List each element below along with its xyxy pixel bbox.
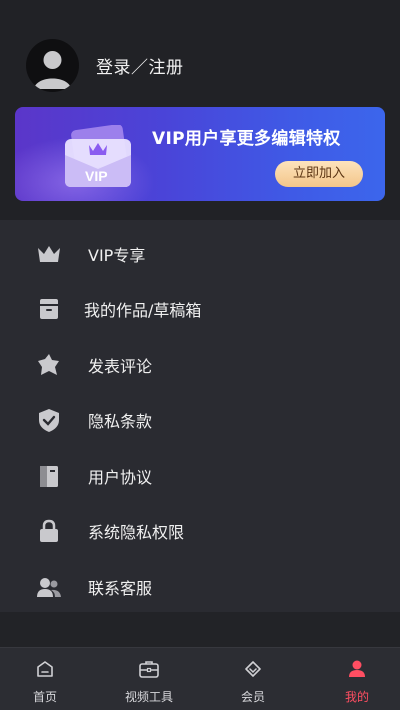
menu-item-user-agreement[interactable]: 用户协议 — [0, 448, 400, 504]
users-icon — [37, 577, 61, 597]
menu-item-label: 发表评论 — [88, 356, 153, 376]
tab-label: 首页 — [32, 690, 58, 704]
archive-box-icon — [40, 299, 58, 320]
crown-icon — [38, 245, 60, 262]
menu-item-privacy-terms[interactable]: 隐私条款 — [0, 393, 400, 449]
profile-header: 登录／注册 VIP VIP用户享更多编辑特权 立即加入 — [0, 0, 400, 220]
document-icon — [40, 465, 58, 487]
menu-item-vip[interactable]: VIP专享 — [0, 226, 400, 282]
join-now-button[interactable]: 立即加入 — [275, 161, 363, 187]
tab-label: 会员 — [240, 690, 266, 704]
menu-item-system-privacy[interactable]: 系统隐私权限 — [0, 504, 400, 560]
user-silhouette-icon — [34, 50, 71, 89]
menu-footer-spacer — [0, 612, 400, 647]
tab-mine[interactable]: 我的 — [300, 648, 400, 710]
settings-menu: VIP专享 我的作品/草稿箱 发表评论 隐私条款 用户协议 系统隐私权限 联系客… — [0, 226, 400, 615]
vip-card-icon: VIP — [65, 125, 131, 187]
menu-item-label: 联系客服 — [88, 578, 153, 598]
menu-item-label: 我的作品/草稿箱 — [84, 301, 202, 321]
menu-item-label: 用户协议 — [88, 467, 153, 487]
menu-item-my-works[interactable]: 我的作品/草稿箱 — [0, 282, 400, 338]
person-icon — [349, 660, 365, 677]
tab-home[interactable]: 首页 — [0, 648, 100, 710]
vip-card-text: VIP — [85, 168, 108, 184]
menu-item-label: 隐私条款 — [88, 412, 153, 432]
bottom-tab-bar: 首页 视频工具 会员 我的 — [0, 647, 400, 710]
menu-item-label: 系统隐私权限 — [88, 523, 185, 543]
tab-membership[interactable]: 会员 — [200, 648, 300, 710]
home-icon — [37, 661, 53, 677]
menu-item-comment[interactable]: 发表评论 — [0, 337, 400, 393]
shield-check-icon — [39, 409, 59, 433]
login-register-link[interactable]: 登录／注册 — [96, 53, 184, 78]
tab-label: 我的 — [344, 690, 370, 704]
tab-label: 视频工具 — [124, 690, 174, 704]
vip-banner[interactable]: VIP VIP用户享更多编辑特权 立即加入 — [15, 107, 385, 201]
toolbox-icon — [139, 661, 159, 678]
profile-row[interactable]: 登录／注册 — [26, 38, 184, 92]
diamond-icon — [245, 661, 261, 677]
menu-item-label: VIP专享 — [88, 245, 146, 265]
tab-video-tools[interactable]: 视频工具 — [100, 648, 200, 710]
menu-item-customer-service[interactable]: 联系客服 — [0, 559, 400, 615]
lock-icon — [40, 519, 58, 543]
avatar[interactable] — [26, 38, 79, 92]
vip-banner-title: VIP用户享更多编辑特权 — [152, 129, 341, 149]
comment-badge-icon — [38, 353, 59, 375]
